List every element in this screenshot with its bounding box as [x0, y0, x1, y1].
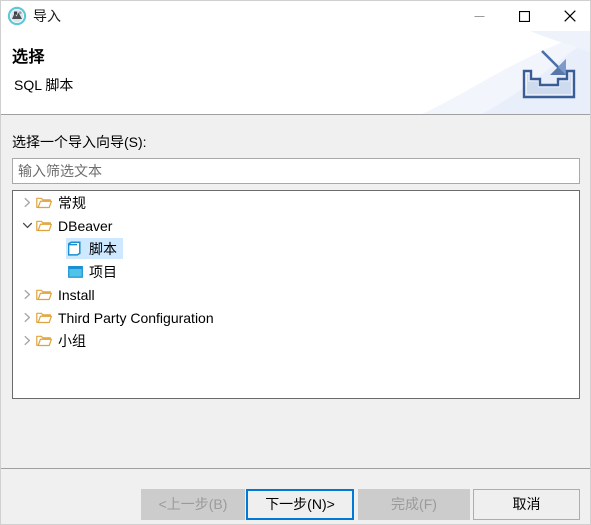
- minimize-icon: [474, 15, 485, 17]
- tree-item-content[interactable]: Install: [35, 284, 101, 305]
- tree-item-常规[interactable]: 常规: [13, 191, 579, 214]
- folder-icon: [35, 217, 53, 235]
- tree-item-content[interactable]: 脚本: [66, 238, 123, 259]
- window-title: 导入: [33, 8, 61, 24]
- tree-item-content[interactable]: DBeaver: [35, 215, 118, 236]
- tree-item-label: 项目: [89, 263, 117, 280]
- tree-item-install[interactable]: Install: [13, 283, 579, 306]
- tree-item-label: 常规: [58, 194, 86, 211]
- maximize-button[interactable]: [502, 1, 547, 31]
- wizard-select-label: 选择一个导入向导(S):: [12, 134, 147, 150]
- tree-item-label: Install: [58, 286, 95, 303]
- folder-icon: [35, 332, 53, 350]
- page-title: 选择: [12, 49, 46, 66]
- close-icon: [563, 10, 576, 22]
- tree-item-label: Third Party Configuration: [58, 309, 214, 326]
- dialog-body: 选择一个导入向导(S): 常规 DBeaver 脚本项目 Install Third P…: [1, 115, 590, 468]
- dbeaver-app-icon: [7, 6, 27, 26]
- back-button[interactable]: <上一步(B): [141, 489, 245, 520]
- chevron-down-icon[interactable]: [19, 214, 35, 237]
- filter-input[interactable]: [12, 158, 580, 184]
- tree-item-content[interactable]: 常规: [35, 192, 92, 213]
- folder-icon: [35, 286, 53, 304]
- dialog-footer: <上一步(B) 下一步(N)> 完成(F) 取消: [1, 469, 590, 524]
- import-wizard-dialog: 导入 选择 SQL 脚本 选择一个导入向导(S): 输入筛选文本 常规 DBea…: [0, 0, 591, 525]
- wizard-tree[interactable]: 常规 DBeaver 脚本项目 Install Third Party Configur…: [12, 190, 580, 399]
- next-button[interactable]: 下一步(N)>: [246, 489, 354, 520]
- wizard-header: 选择 SQL 脚本: [1, 31, 590, 114]
- chevron-right-icon[interactable]: [19, 191, 35, 214]
- maximize-icon: [519, 10, 530, 22]
- page-subtitle: SQL 脚本: [14, 77, 74, 93]
- import-tray-icon: [516, 47, 580, 107]
- tree-item-content[interactable]: Third Party Configuration: [35, 307, 220, 328]
- folder-icon: [35, 309, 53, 327]
- project-icon: [66, 263, 84, 281]
- cancel-button[interactable]: 取消: [473, 489, 580, 520]
- chevron-right-icon[interactable]: [19, 306, 35, 329]
- script-icon: [66, 240, 84, 258]
- tree-item-小组[interactable]: 小组: [13, 329, 579, 352]
- tree-item-content[interactable]: 小组: [35, 330, 92, 351]
- tree-item-dbeaver[interactable]: DBeaver: [13, 214, 579, 237]
- tree-item-content[interactable]: 项目: [66, 261, 123, 282]
- minimize-button[interactable]: [457, 1, 502, 31]
- folder-icon: [35, 194, 53, 212]
- tree-item-label: 脚本: [89, 240, 117, 257]
- tree-item-third-party-configuration[interactable]: Third Party Configuration: [13, 306, 579, 329]
- tree-item-项目[interactable]: 项目: [13, 260, 579, 283]
- close-button[interactable]: [547, 1, 590, 31]
- title-bar: 导入: [1, 1, 590, 31]
- chevron-right-icon[interactable]: [19, 283, 35, 306]
- chevron-right-icon[interactable]: [19, 329, 35, 352]
- finish-button[interactable]: 完成(F): [358, 489, 470, 520]
- tree-item-label: 小组: [58, 332, 86, 349]
- tree-item-label: DBeaver: [58, 217, 113, 234]
- tree-item-脚本[interactable]: 脚本: [13, 237, 579, 260]
